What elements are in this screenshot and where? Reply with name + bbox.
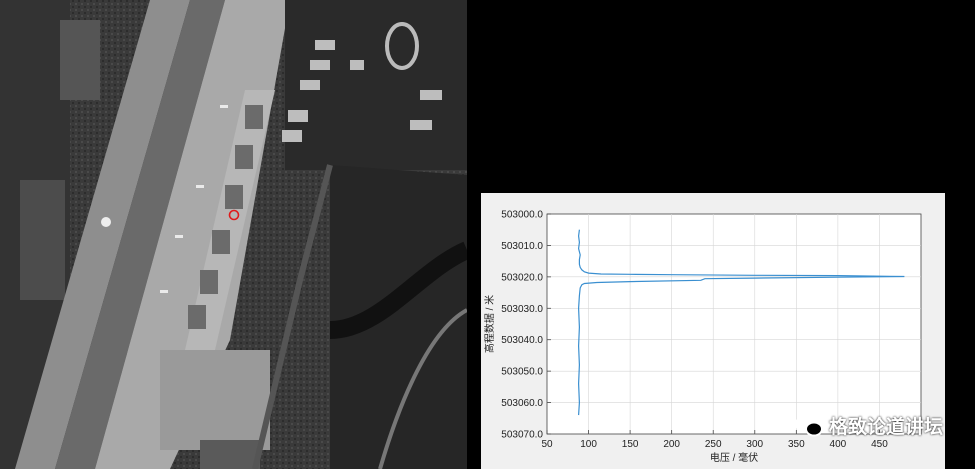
plot-area bbox=[546, 213, 922, 435]
x-tick-label: 200 bbox=[663, 439, 680, 450]
watermark-text: 格致论道讲坛 bbox=[828, 416, 943, 438]
y-tick-label: 503020.0 bbox=[501, 272, 543, 283]
x-tick-label: 250 bbox=[705, 439, 722, 450]
aerial-satellite-image bbox=[0, 0, 467, 469]
wechat-icon bbox=[794, 414, 823, 436]
y-tick-label: 503070.0 bbox=[501, 430, 543, 441]
x-tick-label: 350 bbox=[788, 439, 805, 450]
x-tick-label: 450 bbox=[871, 439, 888, 450]
y-tick-label: 503010.0 bbox=[501, 241, 543, 252]
x-tick-label: 150 bbox=[622, 439, 639, 450]
y-axis-label: 高程数据 / 米 bbox=[483, 295, 496, 353]
y-tick-label: 503060.0 bbox=[501, 398, 543, 409]
x-tick-label: 400 bbox=[830, 439, 847, 450]
watermark: 格致论道讲坛 bbox=[794, 412, 943, 439]
y-tick-label: 503000.0 bbox=[501, 210, 543, 221]
x-axis-label: 电压 / 毫伏 bbox=[710, 451, 758, 464]
x-tick-label: 50 bbox=[541, 439, 553, 450]
y-tick-label: 503050.0 bbox=[501, 367, 543, 378]
y-tick-label: 503040.0 bbox=[501, 335, 543, 346]
x-tick-label: 100 bbox=[580, 439, 597, 450]
x-tick-label: 300 bbox=[746, 439, 763, 450]
y-tick-label: 503030.0 bbox=[501, 304, 543, 315]
